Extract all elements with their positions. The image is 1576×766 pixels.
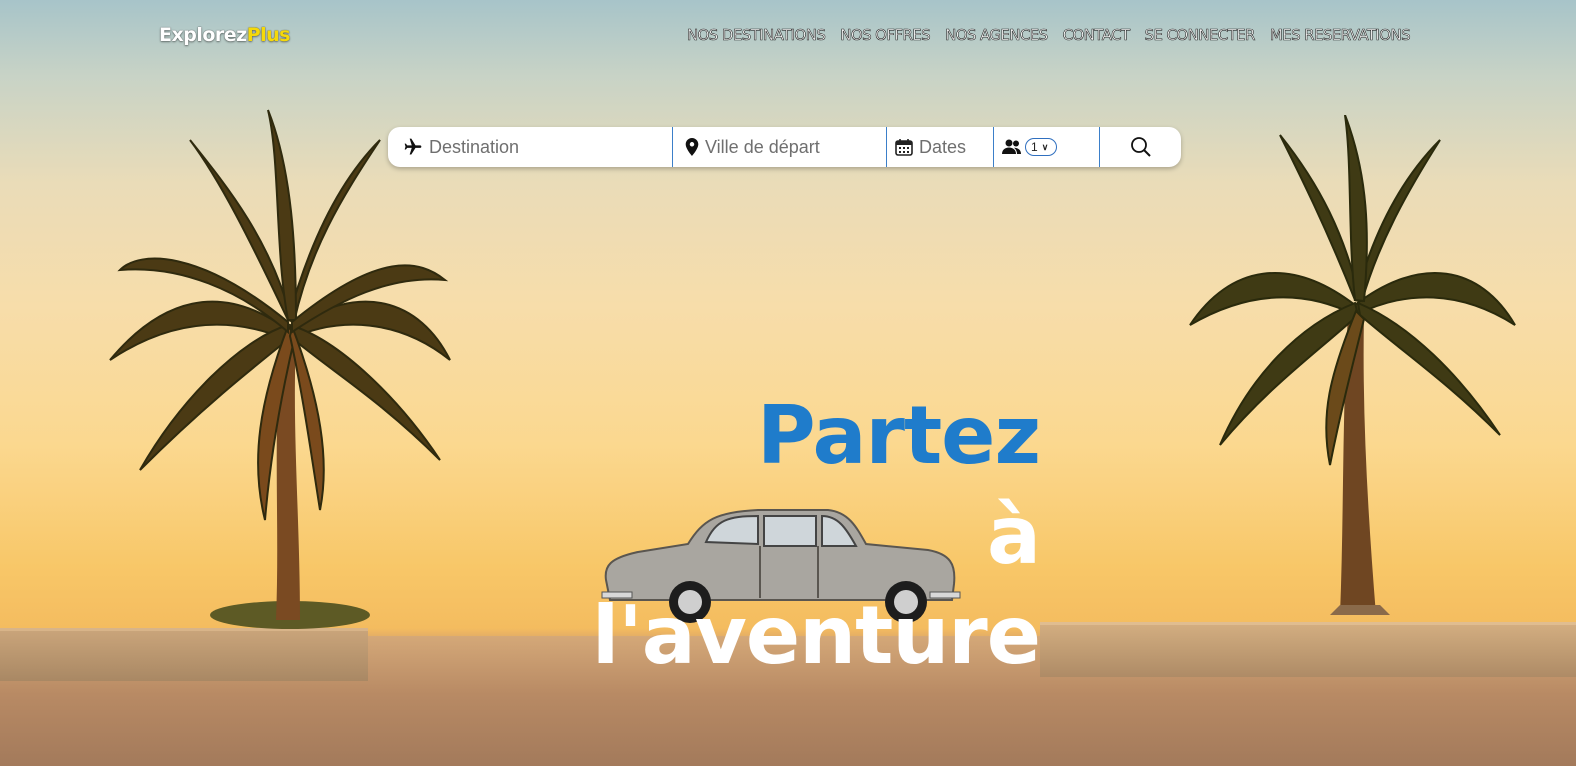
nav-item-se-connecter[interactable]: SE CONNECTER (1144, 26, 1256, 45)
headline-line-2: à (987, 489, 1041, 582)
nav-item-contact[interactable]: CONTACT (1062, 26, 1130, 45)
search-bar: 1 ∨ (388, 127, 1181, 167)
headline-line-1: Partez (757, 389, 1041, 482)
main-nav: NOS DESTINATIONS NOS OFFRES NOS AGENCES … (687, 26, 1411, 45)
persons-value: 1 (1031, 140, 1038, 154)
calendar-icon (895, 138, 913, 156)
ville-depart-input[interactable] (703, 135, 886, 159)
ville-depart-field (673, 127, 887, 167)
hero-section: ExplorezPlus NOS DESTINATIONS NOS OFFRES… (0, 0, 1576, 766)
destination-field (388, 127, 673, 167)
brand-logo[interactable]: ExplorezPlus (159, 24, 291, 46)
nav-item-destinations[interactable]: NOS DESTINATIONS (687, 26, 827, 45)
hero-headline: Partez à l'aventure (591, 386, 1041, 686)
search-button[interactable] (1100, 127, 1181, 167)
persons-select[interactable]: 1 ∨ (1025, 138, 1057, 156)
dates-input[interactable] (917, 135, 993, 159)
nav-item-mes-reservations[interactable]: MES RESERVATIONS (1270, 26, 1411, 45)
search-icon (1130, 136, 1152, 158)
persons-field: 1 ∨ (994, 127, 1100, 167)
chevron-down-icon: ∨ (1041, 141, 1049, 152)
map-pin-icon (685, 138, 699, 156)
nav-item-offres[interactable]: NOS OFFRES (840, 26, 931, 45)
palm-tree-right-image (1189, 115, 1516, 615)
users-icon (1002, 139, 1022, 155)
destination-input[interactable] (427, 135, 672, 159)
brand-name-accent: Plus (246, 24, 291, 46)
airplane-icon (403, 137, 423, 157)
palm-tree-left-image (109, 109, 451, 629)
dates-field (887, 127, 994, 167)
headline-line-3: l'aventure (591, 589, 1041, 682)
nav-item-agences[interactable]: NOS AGENCES (945, 26, 1049, 45)
brand-name-main: Explorez (159, 24, 247, 46)
low-wall-right (1040, 622, 1576, 677)
